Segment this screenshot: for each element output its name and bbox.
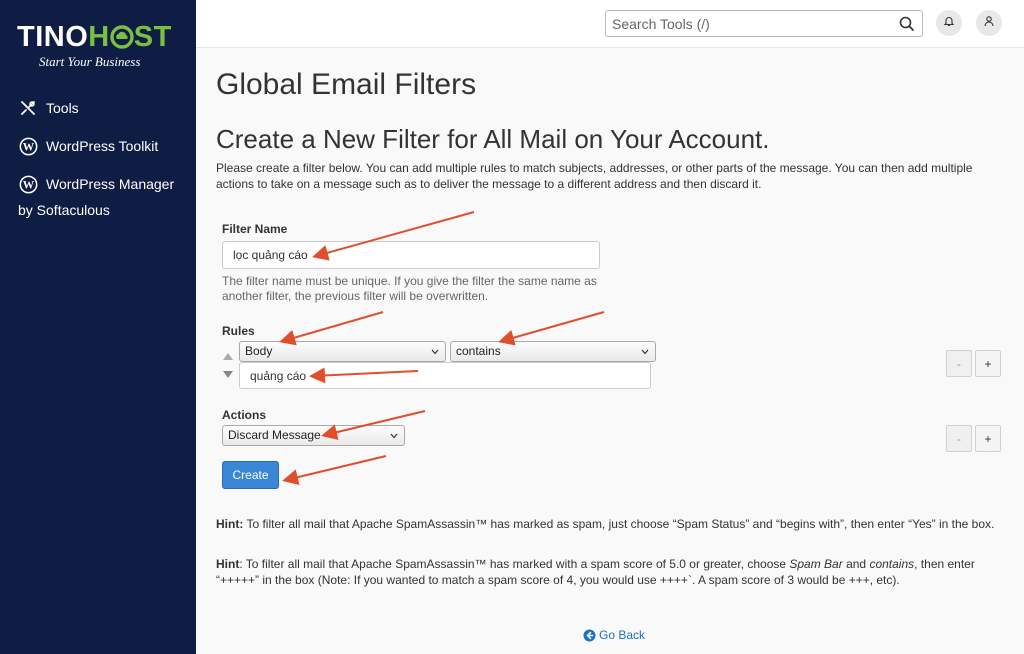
- rules-label: Rules: [222, 324, 255, 338]
- arrow-left-circle-icon: [583, 629, 596, 642]
- cloud-logo-icon: [110, 23, 134, 49]
- action-value: Discard Message: [228, 428, 321, 442]
- filter-name-input[interactable]: [222, 241, 600, 269]
- search-input[interactable]: [606, 11, 886, 36]
- rule-field-value: Body: [245, 344, 273, 358]
- triangle-down-icon: [223, 365, 233, 383]
- logo-tagline: Start Your Business: [39, 54, 141, 69]
- sidebar-item-label-line2: by Softaculous: [18, 202, 110, 218]
- sidebar-nav: Tools W WordPress Toolkit W WordPress Ma…: [18, 98, 193, 238]
- go-back-label: Go Back: [599, 628, 646, 642]
- logo-text-h: H: [88, 21, 110, 53]
- actions-label: Actions: [222, 408, 267, 422]
- tinohost-logo[interactable]: TINOH ST Start Your Business: [17, 20, 182, 70]
- page-intro: Please create a filter below. You can ad…: [216, 161, 973, 191]
- sidebar: TINOH ST Start Your Business Tools W Word…: [0, 0, 196, 654]
- hint-emphasis: Spam Bar: [789, 557, 843, 571]
- sidebar-item-wordpress-manager[interactable]: W WordPress Manager by Softaculous: [18, 174, 193, 220]
- add-rule-button[interactable]: +: [975, 350, 1001, 377]
- move-rule-up-button[interactable]: [222, 351, 234, 361]
- go-back-link[interactable]: Go Back: [583, 628, 645, 642]
- sidebar-item-wordpress-toolkit[interactable]: W WordPress Toolkit: [18, 136, 193, 156]
- bell-icon: [943, 14, 955, 32]
- filter-name-label: Filter Name: [222, 222, 288, 236]
- wordpress-icon: W: [18, 174, 38, 194]
- logo-text-st: ST: [133, 21, 172, 53]
- search-icon[interactable]: [898, 15, 916, 33]
- create-button[interactable]: Create: [222, 461, 279, 489]
- hint-emphasis: contains: [869, 557, 915, 571]
- filter-name-help: The filter name must be unique. If you g…: [222, 274, 597, 303]
- move-rule-down-button[interactable]: [222, 369, 234, 379]
- svg-text:W: W: [22, 141, 34, 153]
- annotation-arrow: [282, 455, 387, 485]
- hint-spam-bar: Hint: To filter all mail that Apache Spa…: [216, 556, 1006, 588]
- page-title: Global Email Filters: [216, 68, 477, 101]
- hint-label: Hint:: [216, 517, 244, 531]
- wordpress-icon: W: [18, 136, 38, 156]
- rule-operator-value: contains: [456, 344, 501, 358]
- rule-value-input[interactable]: [239, 362, 651, 389]
- annotation-arrow: [498, 311, 605, 346]
- annotation-arrow: [279, 311, 384, 346]
- rule-field-select[interactable]: Body: [239, 341, 446, 362]
- chevron-down-icon: [429, 343, 441, 360]
- chevron-down-icon: [388, 427, 400, 444]
- svg-text:W: W: [22, 179, 34, 191]
- sidebar-item-label: WordPress Toolkit: [46, 138, 159, 154]
- user-menu-button[interactable]: [976, 10, 1002, 36]
- logo-wordmark: TINOH ST: [17, 20, 182, 54]
- hint-text: : To filter all mail that Apache SpamAss…: [239, 557, 790, 571]
- chevron-down-icon: [639, 343, 651, 360]
- notifications-button[interactable]: [936, 10, 962, 36]
- logo-text-tino: TINO: [17, 21, 89, 53]
- remove-action-button[interactable]: -: [946, 425, 972, 452]
- tools-icon: [18, 98, 38, 118]
- add-action-button[interactable]: +: [975, 425, 1001, 452]
- hint-label: Hint: [216, 557, 240, 571]
- sidebar-item-label: Tools: [46, 100, 79, 116]
- rule-operator-select[interactable]: contains: [450, 341, 656, 362]
- user-icon: [983, 14, 995, 32]
- page-subtitle: Create a New Filter for All Mail on Your…: [216, 124, 770, 154]
- hint-spam-status: Hint: To filter all mail that Apache Spa…: [216, 516, 1006, 532]
- triangle-up-icon: [223, 347, 233, 365]
- sidebar-item-tools[interactable]: Tools: [18, 98, 193, 118]
- hint-text: and: [842, 557, 870, 571]
- search-box: [605, 10, 923, 37]
- sidebar-item-label: WordPress Manager: [46, 176, 175, 192]
- topbar: [196, 0, 1024, 48]
- hint-text: To filter all mail that Apache SpamAssas…: [243, 517, 995, 531]
- remove-rule-button[interactable]: -: [946, 350, 972, 377]
- action-select[interactable]: Discard Message: [222, 425, 405, 446]
